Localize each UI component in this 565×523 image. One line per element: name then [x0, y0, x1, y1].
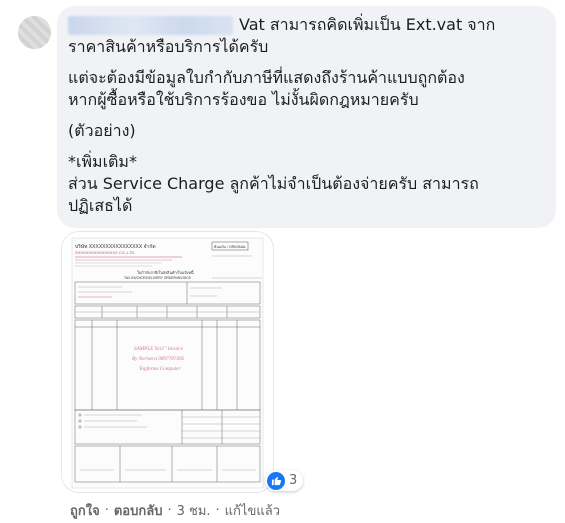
comment-first-line: Vat สามารถคิดเพิ่มเป็น Ext.vat จาก: [68, 14, 542, 36]
comment-text-line-5: (ตัวอย่าง): [68, 121, 136, 140]
separator-dot: ·: [167, 503, 172, 518]
comment-text-line-2: ราคาสินค้าหรือบริการได้ครับ: [68, 37, 269, 56]
watermark-line-2: By Nerisera 0897787495: [132, 355, 185, 362]
comment-bubble: Vat สามารถคิดเพิ่มเป็น Ext.vat จาก ราคาส…: [57, 6, 556, 228]
comment-timestamp[interactable]: 3 ชม.: [177, 500, 211, 521]
comment-text-line-4: หากผู้ซื้อหรือใช้บริการร้องขอ ไม่งั้นผิด…: [68, 90, 419, 109]
watermark-line-3: Topforms Computer: [139, 365, 181, 372]
doc-badge: ต้นฉบับ / ORIGINAL: [214, 244, 246, 249]
like-button[interactable]: ถูกใจ: [70, 500, 100, 521]
commenter-avatar[interactable]: [18, 16, 51, 49]
reaction-count: 3: [289, 473, 298, 488]
reaction-summary[interactable]: 3: [265, 470, 304, 491]
comment-actions: ถูกใจ · ตอบกลับ · 3 ชม. · แก้ไขแล้ว: [70, 500, 280, 521]
invoice-image-attachment[interactable]: บริษัท XXXXXXXXXXXXXXXX จำกัด XXXXXXXXXX…: [61, 231, 274, 493]
comment-text-line-7: ส่วน Service Charge ลูกค้าไม่จำเป็นต้องจ…: [68, 174, 479, 193]
comment-text-line-6: *เพิ่มเติม*: [68, 152, 137, 171]
comment-text-line-8: ปฏิเสธได้: [68, 196, 133, 215]
invoice-document-image: บริษัท XXXXXXXXXXXXXXXX จำกัด XXXXXXXXXX…: [62, 232, 273, 492]
separator-dot: ·: [215, 503, 220, 518]
comment-text-line-1: Vat สามารถคิดเพิ่มเป็น Ext.vat จาก: [239, 15, 496, 34]
separator-dot: ·: [104, 503, 109, 518]
doc-header: บริษัท XXXXXXXXXXXXXXXX จำกัด: [75, 243, 156, 250]
commenter-name-blurred[interactable]: [68, 15, 233, 35]
doc-title-en: TAX INVOICE/DELIVERY ORDER/INVOICE: [124, 276, 192, 280]
comment-text-line-3: แต่จะต้องมีข้อมูลใบกำกับภาษีที่แสดงถึงร้…: [68, 68, 465, 87]
watermark-line-1: SAMPLE 9x11" Invoice: [134, 346, 184, 352]
doc-header-en: XXXXXXXXXXXXXXXX CO.,LTD.: [75, 250, 135, 255]
like-icon: [267, 471, 285, 490]
reply-button[interactable]: ตอบกลับ: [114, 500, 163, 521]
edited-label[interactable]: แก้ไขแล้ว: [225, 500, 280, 521]
